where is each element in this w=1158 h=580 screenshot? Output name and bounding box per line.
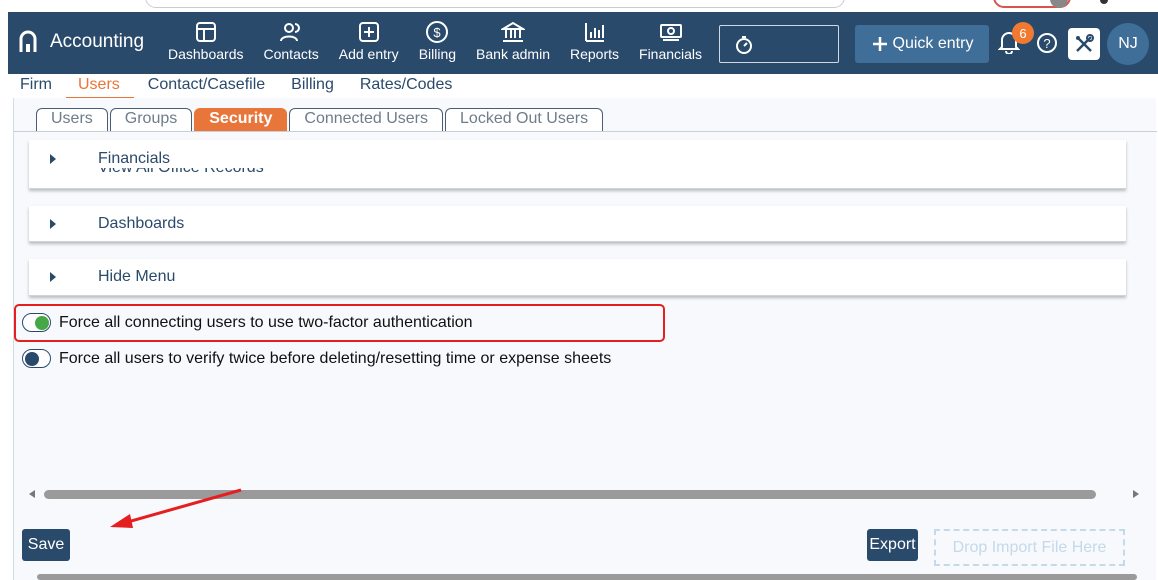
nav-add-entry[interactable]: Add entry (329, 20, 409, 68)
panel-label: Hide Menu (98, 268, 176, 285)
subnav-contact-casefile[interactable]: Contact/Casefile (148, 76, 265, 98)
annotation-arrow (110, 488, 242, 528)
tab-users[interactable]: Users (36, 108, 108, 131)
browser-menu-icon[interactable] (1100, 0, 1108, 4)
subnav-billing[interactable]: Billing (291, 76, 334, 98)
quick-entry-button[interactable]: Quick entry (855, 25, 989, 63)
nav-label: Reports (569, 46, 620, 62)
timer-widget[interactable] (719, 25, 839, 63)
nav-financials[interactable]: Financials (629, 20, 712, 68)
browser-chrome (0, 0, 1158, 12)
tab-security[interactable]: Security (194, 108, 288, 131)
toggle-knob (25, 352, 39, 366)
help-icon[interactable]: ? (1036, 32, 1058, 54)
expand-caret-icon (50, 154, 56, 164)
nav-label: Bank admin (476, 46, 550, 62)
nav-dashboards[interactable]: Dashboards (158, 20, 254, 68)
brand[interactable]: Accounting (18, 30, 144, 54)
nav-contacts[interactable]: Contacts (254, 20, 329, 68)
toggle-knob (35, 316, 49, 330)
panel-hide-menu[interactable]: Hide Menu (29, 259, 1126, 296)
scroll-right-icon[interactable] (1133, 490, 1139, 498)
tools-button[interactable] (1068, 28, 1100, 60)
tab-groups[interactable]: Groups (109, 108, 193, 131)
nav-label: Billing (418, 46, 457, 62)
verify-twice-toggle-row[interactable]: Force all users to verify twice before d… (22, 349, 611, 368)
notification-badge: 6 (1012, 22, 1034, 44)
two-factor-toggle-row[interactable]: Force all connecting users to use two-fa… (22, 313, 473, 332)
app-logo-icon (19, 30, 37, 52)
verify-twice-label: Force all users to verify twice before d… (59, 349, 612, 367)
two-factor-toggle[interactable] (22, 313, 51, 332)
nav-label: Financials (639, 46, 703, 62)
drop-import-zone[interactable]: Drop Import File Here (934, 529, 1125, 566)
svg-text:?: ? (1043, 36, 1050, 51)
panel-dashboards[interactable]: Dashboards (29, 206, 1126, 242)
financials-icon (659, 24, 682, 41)
nav-label: Add entry (338, 46, 399, 62)
verify-twice-toggle[interactable] (22, 349, 51, 368)
page-scrollbar[interactable] (37, 574, 1137, 580)
app-title: Accounting (50, 31, 145, 52)
scroll-left-icon[interactable] (29, 490, 35, 498)
panel-label: Financials (98, 150, 171, 167)
nav-reports[interactable]: Reports (560, 20, 629, 68)
sub-navigation: Firm Users Contact/Casefile Billing Rate… (20, 76, 478, 98)
nav-label: Dashboards (168, 46, 244, 62)
export-button[interactable]: Export (867, 529, 918, 561)
quick-entry-label: Quick entry (892, 35, 974, 52)
main-nav: Dashboards Contacts Add entry $ Billing … (158, 20, 712, 68)
contacts-icon (280, 23, 301, 42)
users-tabs: Users Groups Security Connected Users Lo… (36, 108, 605, 131)
app-header: Accounting Dashboards Contacts Add entry… (8, 12, 1158, 74)
tabs-divider (14, 131, 1157, 132)
expand-caret-icon (50, 272, 56, 282)
user-avatar[interactable]: NJ (1107, 23, 1149, 65)
save-button[interactable]: Save (22, 529, 70, 561)
tab-locked-out-users[interactable]: Locked Out Users (445, 108, 604, 131)
svg-text:$: $ (434, 25, 442, 40)
plus-icon (872, 37, 887, 51)
panel-overflow-text: View All Office Records (98, 168, 264, 178)
nav-label: Contacts (263, 46, 319, 62)
subnav-rates-codes[interactable]: Rates/Codes (360, 76, 453, 98)
nav-bank-admin[interactable]: Bank admin (466, 20, 560, 68)
tools-icon (1076, 34, 1094, 52)
subnav-firm[interactable]: Firm (20, 76, 52, 98)
two-factor-label: Force all connecting users to use two-fa… (59, 313, 473, 331)
dashboard-icon (195, 22, 216, 42)
stopwatch-icon (736, 36, 752, 54)
bank-icon (501, 21, 526, 42)
add-entry-icon (358, 22, 379, 42)
panel-financials[interactable]: Financials View All Office Records (29, 140, 1126, 189)
panel-label: Dashboards (98, 215, 185, 232)
subnav-users[interactable]: Users (65, 76, 134, 98)
tab-connected-users[interactable]: Connected Users (289, 108, 444, 131)
reports-icon (584, 23, 604, 42)
expand-caret-icon (50, 219, 56, 229)
billing-icon: $ (426, 21, 449, 43)
nav-billing[interactable]: $ Billing (409, 20, 466, 68)
address-bar[interactable] (145, 0, 845, 8)
